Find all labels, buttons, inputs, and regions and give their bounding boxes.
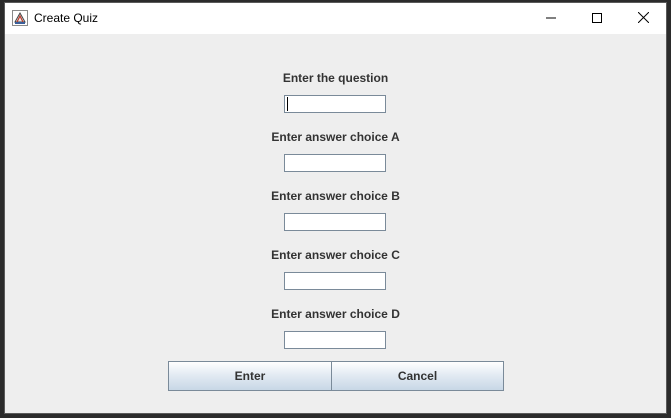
- form-panel: Enter the question Enter answer choice A…: [5, 34, 666, 413]
- choice-a-label: Enter answer choice A: [271, 130, 400, 144]
- choice-b-input[interactable]: [284, 213, 386, 231]
- choice-d-input[interactable]: [284, 331, 386, 349]
- create-quiz-window: Create Quiz Enter the question Enter ans…: [4, 2, 667, 414]
- minimize-icon: [546, 10, 556, 28]
- title-bar[interactable]: Create Quiz: [5, 3, 666, 34]
- choice-a-input[interactable]: [284, 154, 386, 172]
- window-title: Create Quiz: [34, 11, 99, 25]
- cancel-button[interactable]: Cancel: [331, 361, 504, 391]
- java-cup-icon: [12, 10, 28, 26]
- close-icon: [637, 10, 649, 28]
- choice-b-label: Enter answer choice B: [271, 189, 400, 203]
- close-button[interactable]: [620, 3, 666, 34]
- maximize-button[interactable]: [574, 3, 620, 34]
- question-label: Enter the question: [282, 71, 389, 85]
- enter-button[interactable]: Enter: [168, 361, 332, 391]
- choice-c-input[interactable]: [284, 272, 386, 290]
- question-input[interactable]: [284, 95, 386, 113]
- choice-d-label: Enter answer choice D: [271, 307, 400, 321]
- minimize-button[interactable]: [528, 3, 574, 34]
- text-caret: [287, 97, 288, 111]
- choice-c-label: Enter answer choice C: [271, 248, 400, 262]
- maximize-icon: [592, 10, 602, 28]
